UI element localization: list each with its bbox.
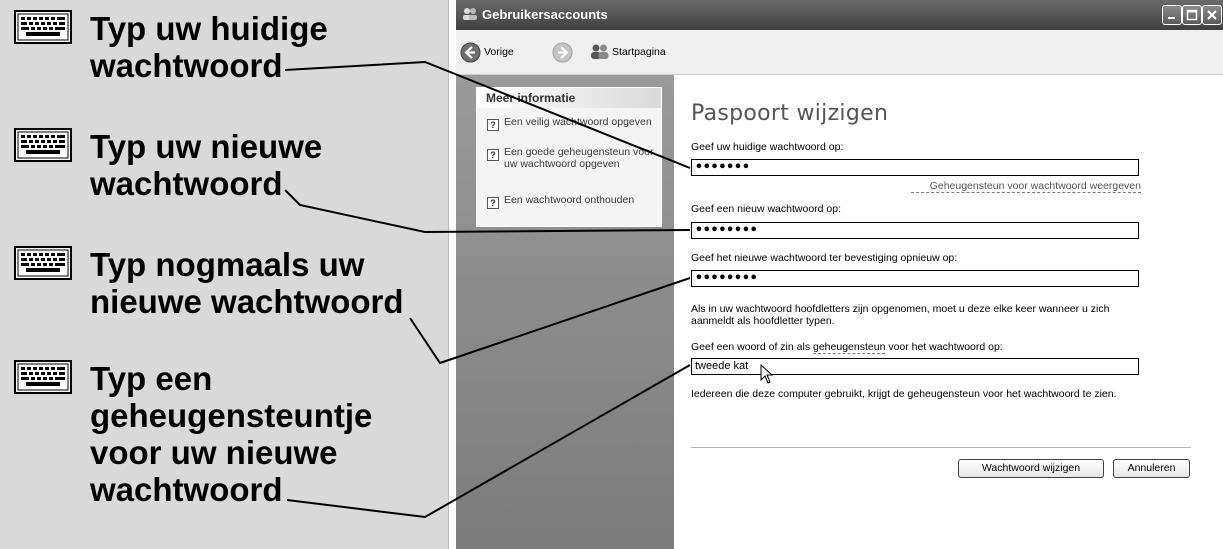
user-accounts-home-icon	[591, 44, 609, 59]
new-password-label: Geef een nieuw wachtwoord op:	[691, 203, 842, 215]
instruction-line: geheugensteuntje	[90, 397, 373, 434]
hint-label-post: voor het wachtwoord op:	[885, 341, 1003, 353]
keyboard-icon	[14, 10, 72, 44]
forward-arrow-icon	[552, 42, 573, 63]
help-link-label: Een goede geheugensteun voor uw wachtwoo…	[504, 146, 654, 170]
instruction-text: Typ nogmaals uw nieuwe wachtwoord	[90, 246, 404, 320]
help-icon: ?	[487, 149, 499, 161]
more-info-header: Meer informatie	[477, 88, 661, 108]
help-link-label: Een veilig wachtwoord opgeven	[504, 116, 652, 128]
confirm-password-input[interactable]: ••••••••	[691, 270, 1139, 287]
current-password-input[interactable]: •••••••	[691, 159, 1139, 176]
forward-button[interactable]	[552, 42, 573, 64]
more-info-box: Meer informatie ? Een veilig wachtwoord …	[476, 87, 662, 227]
keyboard-icon	[14, 128, 72, 162]
mouse-cursor-icon	[760, 364, 774, 384]
instruction-text: Typ uw huidige wachtwoord	[90, 10, 328, 84]
close-icon	[1207, 10, 1217, 20]
instruction-line: wachtwoord	[90, 165, 283, 202]
back-label: Vorige	[484, 46, 514, 58]
confirm-password-label: Geef het nieuwe wachtwoord ter bevestigi…	[691, 252, 958, 264]
instruction-line: Typ uw nieuwe	[90, 128, 323, 165]
keyboard-icon	[14, 246, 72, 280]
help-icon: ?	[487, 197, 499, 209]
keyboard-icon	[14, 360, 72, 394]
maximize-button[interactable]	[1182, 5, 1202, 25]
user-accounts-window: Gebruikersaccounts Vorige Startpagina Me…	[456, 0, 1223, 549]
instruction-line: wachtwoord	[90, 47, 283, 84]
home-button[interactable]: Startpagina	[590, 42, 666, 64]
current-password-label: Geef uw huidige wachtwoord op:	[691, 141, 844, 153]
password-hint-input[interactable]: tweede kat	[691, 358, 1139, 375]
minimize-icon	[1168, 17, 1175, 19]
separator	[691, 447, 1191, 448]
maximize-icon	[1186, 9, 1198, 21]
hint-definition-link[interactable]: geheugensteun	[813, 341, 886, 354]
instruction-line: nieuwe wachtwoord	[90, 283, 404, 320]
minimize-button[interactable]	[1162, 5, 1182, 25]
help-icon: ?	[487, 119, 499, 131]
instruction-text: Typ een geheugensteuntje voor uw nieuwe …	[90, 360, 372, 508]
window-title: Gebruikersaccounts	[482, 7, 608, 22]
task-pane: Meer informatie ? Een veilig wachtwoord …	[456, 75, 674, 549]
hint-label: Geef een woord of zin als geheugensteun …	[691, 341, 1003, 354]
home-label: Startpagina	[612, 46, 666, 58]
case-sensitivity-note: Als in uw wachtwoord hoofdletters zijn o…	[691, 303, 1110, 327]
hint-label-pre: Geef een woord of zin als	[691, 341, 813, 353]
show-hint-link[interactable]: Geheugensteun voor wachtwoord weergeven	[911, 180, 1141, 193]
cancel-button[interactable]: Annuleren	[1113, 459, 1190, 478]
instruction-line: Typ uw huidige	[90, 10, 328, 47]
hint-visibility-note: Iedereen die deze computer gebruikt, kri…	[691, 388, 1117, 400]
main-content: Paspoort wijzigen Geef uw huidige wachtw…	[674, 75, 1223, 549]
instruction-line: Typ nogmaals uw	[90, 246, 365, 283]
user-accounts-icon	[463, 8, 477, 20]
instruction-line: voor uw nieuwe	[90, 434, 338, 471]
page-title: Paspoort wijzigen	[691, 101, 889, 126]
instruction-line: wachtwoord	[90, 471, 283, 508]
title-bar[interactable]: Gebruikersaccounts	[456, 0, 1223, 30]
instruction-line: Typ een	[90, 360, 213, 397]
new-password-input[interactable]: ••••••••	[691, 222, 1139, 239]
close-button[interactable]	[1202, 5, 1222, 25]
toolbar: Vorige Startpagina	[456, 30, 1223, 75]
instruction-panel: Typ uw huidige wachtwoord Typ uw nieuwe …	[0, 0, 448, 549]
instruction-text: Typ uw nieuwe wachtwoord	[90, 128, 322, 202]
back-arrow-icon	[460, 42, 481, 63]
help-link-label: Een wachtwoord onthouden	[504, 194, 635, 206]
change-password-button[interactable]: Wachtwoord wijzigen	[958, 459, 1104, 478]
